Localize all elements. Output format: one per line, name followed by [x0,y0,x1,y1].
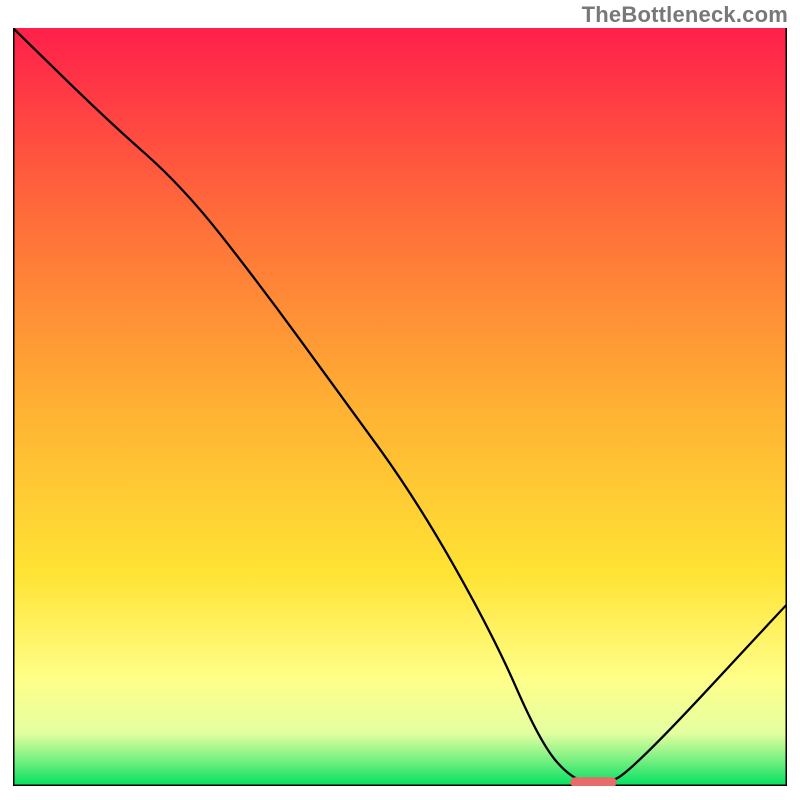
gradient-fill [13,28,787,786]
optimal-marker [570,777,616,786]
watermark-text: TheBottleneck.com [582,2,788,28]
plot-area [13,28,787,786]
chart-svg [13,28,787,786]
chart-canvas: TheBottleneck.com [0,0,800,800]
